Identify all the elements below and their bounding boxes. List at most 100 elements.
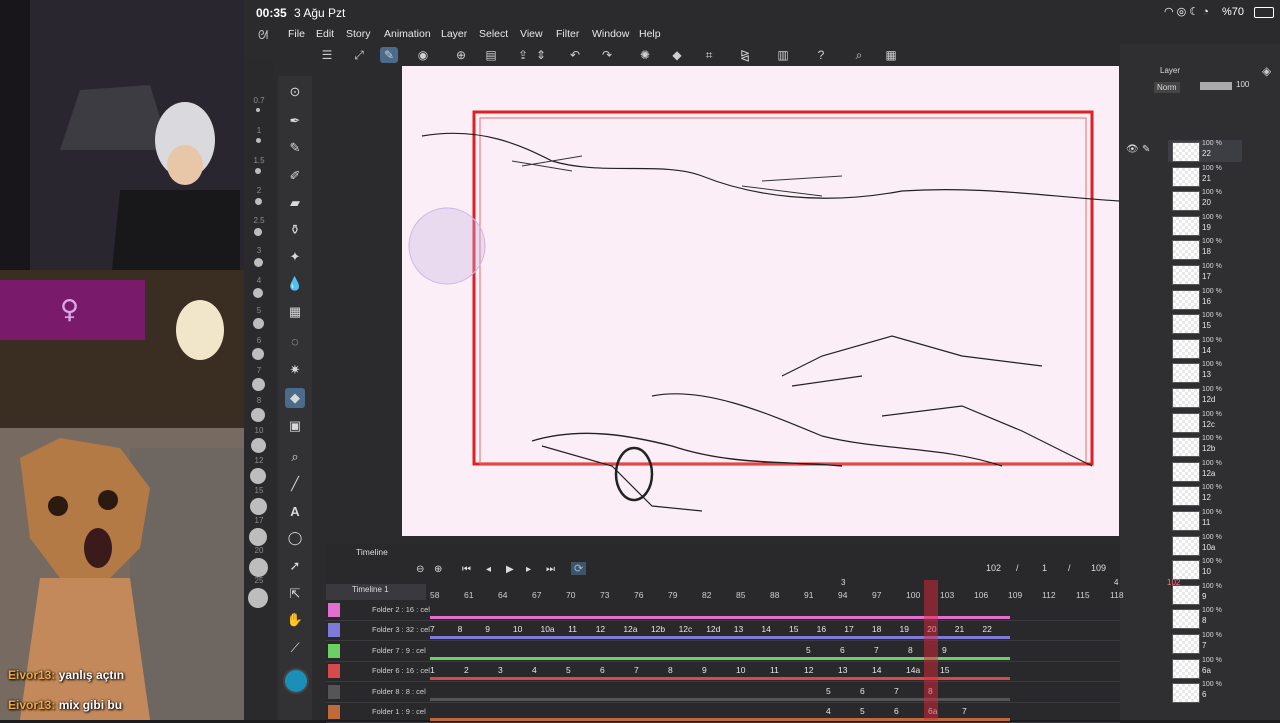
cel-label[interactable]: 14: [872, 665, 881, 675]
cel-label[interactable]: 6: [600, 665, 605, 675]
cel-label[interactable]: 7: [634, 665, 639, 675]
cel-label[interactable]: 6: [860, 686, 865, 696]
opacity-slider[interactable]: [1200, 82, 1232, 90]
cel-label[interactable]: 13: [838, 665, 847, 675]
timeline-track[interactable]: Folder 6 : 16 : cel 1 2 3 4 5 6 7 8 9 10 11 12 13 14 14…: [326, 661, 1120, 683]
menu-edit[interactable]: Edit: [316, 28, 334, 40]
edit-icon[interactable]: ✎: [380, 47, 398, 63]
timeline-track[interactable]: Folder 8 : 8 : cel5678: [326, 682, 1120, 703]
object-icon[interactable]: ⇱: [285, 584, 305, 604]
brush-size-dot[interactable]: [250, 468, 266, 484]
track-color-swatch[interactable]: [328, 705, 340, 719]
cel-label[interactable]: 19: [900, 624, 909, 634]
cel-label[interactable]: 3: [498, 665, 503, 675]
cel-label[interactable]: 9: [485, 624, 490, 634]
layer-item[interactable]: 100 % 20: [1168, 189, 1242, 212]
cel-label[interactable]: 7: [874, 645, 879, 655]
brush-size-dot[interactable]: [248, 558, 268, 577]
menu-help[interactable]: Help: [639, 28, 661, 40]
cel-label[interactable]: 16: [817, 624, 826, 634]
timeline-track[interactable]: Folder 3 : 32 : cel 7 8 9 10 10a 11 12 12a 12b 12c…: [326, 620, 1120, 642]
text-icon[interactable]: A: [285, 502, 305, 522]
undo-icon[interactable]: ↶: [566, 47, 584, 63]
main-color-swatch[interactable]: [283, 668, 309, 694]
layer-item[interactable]: 100 % 12a: [1168, 460, 1242, 482]
layer-item[interactable]: 100 % 12c: [1168, 411, 1242, 433]
layer-item[interactable]: 100 % 21: [1168, 165, 1242, 187]
track-color-swatch[interactable]: [328, 664, 340, 679]
updown-icon[interactable]: ⇕: [532, 47, 550, 63]
menu-filter[interactable]: Filter: [556, 28, 579, 40]
layer-item[interactable]: 100 % 10: [1168, 558, 1242, 581]
frame-icon[interactable]: ▦: [285, 302, 305, 322]
loading-icon[interactable]: ✺: [636, 47, 654, 63]
layer-item[interactable]: 100 % 12d: [1168, 386, 1242, 408]
cel-label[interactable]: 12: [596, 624, 605, 634]
track-color-swatch[interactable]: [328, 603, 340, 617]
layer-properties-icon[interactable]: ◈: [1262, 64, 1271, 78]
onion-icon[interactable]: ◉: [414, 47, 432, 63]
layer-item[interactable]: 100 % 17: [1168, 263, 1242, 285]
brush-size-dot[interactable]: [249, 498, 267, 515]
fill-icon[interactable]: ◆: [668, 47, 686, 63]
track-color-swatch[interactable]: [328, 643, 340, 658]
lasso-icon[interactable]: ◌: [285, 332, 305, 352]
cel-label[interactable]: 7: [894, 686, 899, 696]
fit-icon[interactable]: ⤢: [350, 47, 368, 63]
cel-label[interactable]: 10: [513, 624, 522, 634]
layer-item[interactable]: 100 % 8: [1168, 607, 1242, 630]
menu-icon[interactable]: ☰: [318, 47, 336, 63]
page-icon[interactable]: ▥: [774, 47, 792, 63]
brush-size-dot[interactable]: [251, 378, 265, 391]
layer-item[interactable]: 100 % 10a: [1168, 534, 1242, 556]
line-icon[interactable]: ╱: [285, 474, 305, 494]
cel-label[interactable]: 8: [458, 624, 463, 634]
track-color-swatch[interactable]: [328, 684, 340, 699]
layer-item[interactable]: 100 % 16: [1168, 288, 1242, 310]
brush-size-dot[interactable]: [254, 198, 262, 205]
cel-label[interactable]: 6: [894, 706, 899, 716]
layer-item[interactable]: 100 % 14: [1168, 337, 1242, 359]
track-color-swatch[interactable]: [328, 623, 340, 638]
brush-size-dot[interactable]: [250, 438, 266, 453]
cel-label[interactable]: 2: [464, 665, 469, 675]
cel-label[interactable]: 13: [734, 624, 743, 634]
cel-label[interactable]: 9: [942, 645, 947, 655]
brush-size-dot[interactable]: [253, 258, 263, 267]
blend-mode-select[interactable]: Norm: [1154, 82, 1180, 93]
cel-label[interactable]: 10a: [540, 624, 554, 634]
layer-item[interactable]: 100 % 7: [1168, 632, 1242, 654]
layer-item[interactable]: 100 % 12: [1168, 484, 1242, 507]
decoration-icon[interactable]: ✦: [285, 247, 305, 267]
menu-animation[interactable]: Animation: [384, 28, 431, 40]
brush-size-dot[interactable]: [252, 318, 264, 329]
brush-size-dot[interactable]: [248, 588, 268, 608]
timeline-track[interactable]: Folder 2 : 16 : cel: [326, 600, 1120, 621]
brush-size-dot[interactable]: [253, 288, 263, 298]
cel-label[interactable]: 1: [430, 665, 435, 675]
search-icon[interactable]: ⌕: [850, 47, 868, 63]
cel-label[interactable]: 4: [532, 665, 537, 675]
pencil-icon[interactable]: ✎: [285, 138, 305, 158]
cel-label[interactable]: 9: [702, 665, 707, 675]
layer-item[interactable]: 100 % 6: [1168, 681, 1242, 704]
layer-item[interactable]: 100 % 18: [1168, 238, 1242, 261]
cel-label[interactable]: 11: [770, 665, 779, 675]
cel-label[interactable]: 4: [826, 706, 831, 716]
hand-icon[interactable]: ✋: [285, 610, 305, 630]
balloon-icon[interactable]: ◯: [285, 528, 305, 548]
cel-label[interactable]: 12b: [651, 624, 665, 634]
brush-icon[interactable]: ✐: [285, 166, 305, 186]
save-icon[interactable]: ⇪: [514, 47, 532, 63]
menu-story[interactable]: Story: [346, 28, 371, 40]
cel-label[interactable]: 14: [761, 624, 770, 634]
cel-label[interactable]: 17: [844, 624, 853, 634]
brush-size-dot[interactable]: [251, 408, 265, 422]
cel-label[interactable]: 5: [826, 686, 831, 696]
cel-label[interactable]: 11: [568, 624, 577, 634]
brush-size-dot[interactable]: [252, 348, 264, 360]
auto-select-icon[interactable]: ✷: [285, 360, 305, 380]
pen-icon[interactable]: ✒: [285, 111, 305, 131]
cel-label[interactable]: 8: [908, 645, 913, 655]
cel-label[interactable]: 5: [860, 706, 865, 716]
